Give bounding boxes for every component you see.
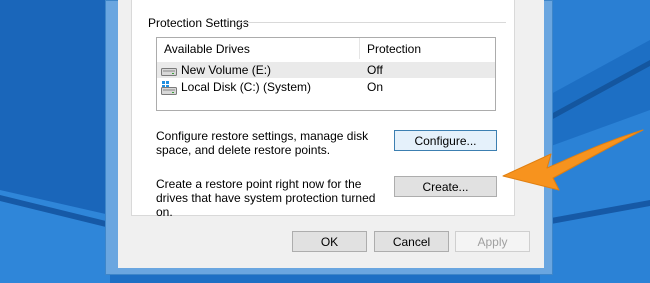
drive-name: Local Disk (C:) (System)	[181, 80, 312, 94]
available-drives-list[interactable]: Available Drives Protection New Volume (…	[156, 37, 496, 111]
drive-icon	[161, 64, 177, 80]
column-separator[interactable]	[359, 38, 360, 59]
protection-settings-label: Protection Settings	[146, 16, 251, 30]
configure-description: Configure restore settings, manage disk …	[156, 129, 369, 157]
create-button[interactable]: Create...	[394, 176, 497, 197]
group-divider	[238, 22, 506, 23]
system-drive-icon	[161, 81, 177, 98]
arrow-icon	[502, 129, 644, 191]
drive-protection-status: On	[367, 80, 384, 94]
apply-button[interactable]: Apply	[455, 231, 530, 252]
column-header-protection[interactable]: Protection	[367, 42, 421, 56]
ok-button[interactable]: OK	[292, 231, 367, 252]
column-header-available-drives[interactable]: Available Drives	[164, 42, 250, 56]
drive-row-new-volume[interactable]: New Volume (E:) Off	[157, 62, 495, 78]
create-description: Create a restore point right now for the…	[156, 177, 376, 219]
cancel-button[interactable]: Cancel	[374, 231, 449, 252]
drive-row-local-disk[interactable]: Local Disk (C:) (System) On	[157, 79, 495, 95]
configure-button[interactable]: Configure...	[394, 130, 497, 151]
drive-name: New Volume (E:)	[181, 63, 272, 77]
list-header: Available Drives Protection	[157, 38, 495, 59]
drive-protection-status: Off	[367, 63, 383, 77]
